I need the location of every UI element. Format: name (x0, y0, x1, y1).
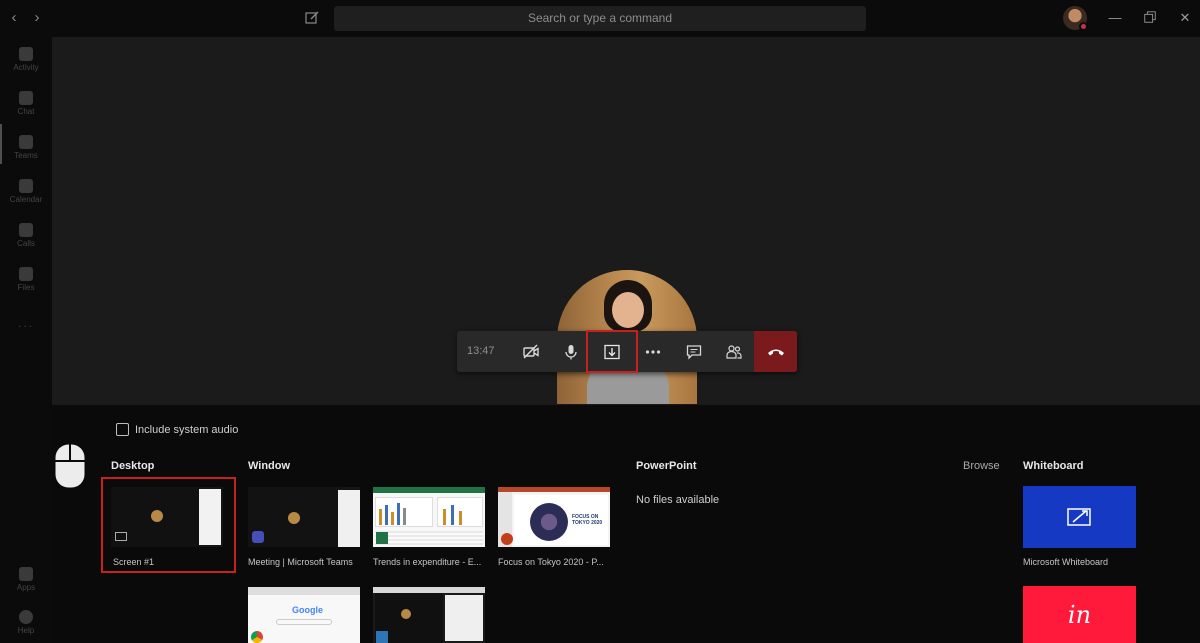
include-system-audio[interactable]: Include system audio (116, 423, 238, 436)
people-icon (726, 344, 742, 359)
google-logo: Google (292, 605, 323, 615)
forward-arrow-icon[interactable]: › (29, 9, 45, 27)
system-audio-label: Include system audio (135, 423, 239, 436)
browse-link[interactable]: Browse (963, 460, 1000, 472)
search-input[interactable]: Search or type a command (334, 6, 866, 31)
call-timer: 13:47 (467, 345, 495, 357)
screen-1-thumbnail[interactable] (111, 487, 223, 547)
system-audio-checkbox[interactable] (116, 423, 129, 436)
window-thumbnail-teams[interactable] (248, 487, 360, 547)
rail-label: Teams (14, 151, 38, 160)
chat-bubble-icon (686, 344, 702, 360)
window-label-teams: Meeting | Microsoft Teams (248, 557, 353, 567)
rail-label: Calls (17, 239, 35, 248)
rail-item-apps[interactable]: Apps (0, 565, 52, 605)
window-thumbnail-excel[interactable] (373, 487, 485, 547)
rail-item-files[interactable]: Files (0, 265, 52, 305)
invision-freehand-tile[interactable]: in (1023, 586, 1136, 643)
share-tray-icon (604, 344, 620, 359)
help-icon (19, 610, 33, 624)
powerpoint-empty-text: No files available (636, 494, 720, 506)
monitor-icon (115, 532, 127, 541)
participants-button[interactable] (714, 331, 754, 372)
window-thumbnail-powerpoint[interactable]: FOCUS ON TOKYO 2020 (498, 487, 610, 547)
microsoft-whiteboard-tile[interactable] (1023, 486, 1136, 548)
presence-status-icon (1079, 22, 1088, 31)
minimize-icon[interactable]: — (1107, 10, 1123, 26)
window-thumbnail-chrome[interactable]: Google (248, 587, 360, 643)
chat-button[interactable] (674, 331, 714, 372)
chrome-app-icon (251, 631, 263, 643)
file-icon (19, 267, 33, 281)
ppt-slide-title: FOCUS ON TOKYO 2020 (572, 514, 603, 526)
close-icon[interactable]: ✕ (1177, 10, 1193, 26)
restore-icon[interactable] (1142, 10, 1158, 26)
apps-icon (19, 567, 33, 581)
rail-label: Apps (16, 583, 36, 592)
window-label-excel: Trends in expenditure - E... (373, 557, 482, 567)
screen-1-label: Screen #1 (113, 557, 155, 567)
rail-label: Help (17, 626, 35, 635)
camera-off-icon (523, 343, 539, 359)
rail-item-help[interactable]: Help (0, 608, 52, 643)
rail-item-calendar[interactable]: Calendar (0, 177, 52, 217)
rail-label: Chat (17, 107, 35, 116)
rail-label: Activity (13, 63, 39, 72)
camera-off-button[interactable] (511, 331, 551, 372)
share-screen-button[interactable] (586, 330, 638, 373)
calendar-icon (19, 179, 33, 193)
bell-icon (19, 47, 33, 61)
whiteboard-section-title: Whiteboard (1023, 460, 1084, 472)
window-label-powerpoint: Focus on Tokyo 2020 - P... (498, 557, 604, 567)
hang-up-button[interactable] (754, 331, 797, 372)
teams-app-icon (252, 531, 264, 543)
more-apps-icon[interactable]: ... (0, 316, 52, 330)
excel-app-icon (376, 532, 388, 544)
powerpoint-app-icon (501, 533, 513, 545)
powerpoint-section-title: PowerPoint (636, 460, 697, 472)
window-section-title: Window (248, 460, 291, 472)
app-rail: Activity Chat Teams Calendar Calls Files… (0, 37, 52, 643)
rail-item-chat[interactable]: Chat (0, 89, 52, 129)
compose-icon[interactable] (304, 10, 320, 26)
teams-icon (19, 135, 33, 149)
whiteboard-icon (1066, 508, 1091, 526)
invision-logo: in (1067, 600, 1092, 629)
ellipsis-icon (645, 349, 661, 354)
rail-item-activity[interactable]: Activity (0, 45, 52, 85)
microsoft-whiteboard-label: Microsoft Whiteboard (1023, 557, 1109, 567)
phone-icon (19, 223, 33, 237)
remote-app-icon (376, 631, 388, 643)
desktop-section-title: Desktop (111, 460, 155, 472)
teams-window: ‹ › Search or type a command — ✕ Activit… (0, 0, 1200, 643)
window-thumbnail-remote[interactable] (373, 587, 485, 643)
microphone-icon (565, 344, 577, 359)
hang-up-icon (767, 349, 784, 355)
more-actions-button[interactable] (633, 331, 673, 372)
rail-item-calls[interactable]: Calls (0, 221, 52, 261)
title-bar: ‹ › Search or type a command — ✕ (0, 0, 1200, 37)
mouse-icon (54, 443, 86, 489)
call-controls: 13:47 (457, 330, 797, 373)
rail-label: Calendar (9, 195, 43, 204)
back-arrow-icon[interactable]: ‹ (6, 9, 22, 27)
rail-item-teams[interactable]: Teams (0, 133, 52, 173)
chat-icon (19, 91, 33, 105)
rail-label: Files (17, 283, 35, 292)
microphone-button[interactable] (551, 331, 591, 372)
